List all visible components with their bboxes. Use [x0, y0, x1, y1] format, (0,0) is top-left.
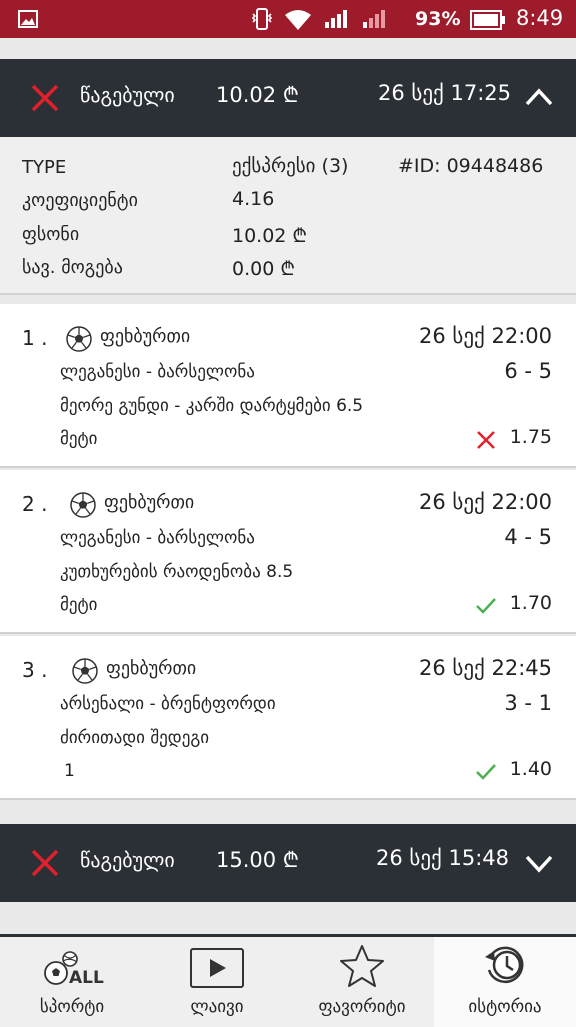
match-name: ლეგანესი - ბარსელონა — [60, 528, 255, 548]
event-time: 26 სექ 22:45 — [419, 656, 552, 680]
nav-label: სპორტი — [39, 997, 105, 1017]
vibrate-icon — [251, 8, 273, 30]
bet-date: 26 სექ 17:25 — [378, 81, 511, 105]
bet-status: წაგებული — [80, 848, 175, 872]
market-name: ძირითადი შედეგი — [60, 728, 210, 748]
stake-value: 10.02 ₾ — [232, 225, 308, 247]
lost-x-icon — [31, 849, 59, 877]
event-row: 1 . ფეხბურთი 26 სექ 22:00 ლეგანესი - ბარ… — [0, 304, 576, 468]
nav-item-sports[interactable]: ALL სპორტი — [0, 937, 144, 1027]
bet-date: 26 სექ 15:48 — [376, 846, 509, 870]
pick-name: 1 — [64, 761, 75, 781]
football-icon — [66, 326, 92, 352]
pick-name: მეტი — [60, 595, 98, 615]
event-number: 1 . — [22, 326, 48, 350]
history-icon — [485, 946, 524, 984]
sport-label: ფეხბურთი — [104, 492, 195, 513]
bet-status: წაგებული — [80, 83, 175, 107]
match-score: 3 - 1 — [504, 691, 552, 715]
event-number: 2 . — [22, 492, 48, 516]
signal-icon — [325, 10, 347, 28]
bet-amount: 10.02 ₾ — [216, 83, 299, 107]
star-icon — [340, 945, 384, 987]
battery-percent: 93% — [415, 8, 461, 30]
winnings-value: 0.00 ₾ — [232, 258, 295, 280]
coef-value: 4.16 — [232, 188, 275, 210]
coef-label: კოეფიციენტი — [22, 190, 138, 211]
match-name: ლეგანესი - ბარსელონა — [60, 362, 255, 382]
event-odd: 1.70 — [509, 592, 552, 614]
lost-x-icon — [31, 84, 59, 112]
svg-text:ALL: ALL — [69, 968, 104, 988]
event-time: 26 სექ 22:00 — [419, 490, 552, 514]
chevron-down-icon[interactable] — [524, 852, 554, 876]
nav-label: ისტორია — [468, 997, 542, 1017]
stake-label: ფსონი — [22, 224, 80, 245]
winnings-label: სავ. მოგება — [22, 257, 123, 278]
nav-label: ფავორიტი — [318, 997, 406, 1017]
bet-id: #ID: 09448486 — [398, 155, 544, 177]
event-row: 2 . ფეხბურთი 26 სექ 22:00 ლეგანესი - ბარ… — [0, 470, 576, 634]
match-name: არსენალი - ბრენტფორდი — [60, 694, 276, 714]
sport-label: ფეხბურთი — [100, 326, 191, 347]
nav-item-favorites[interactable]: ფავორიტი — [290, 937, 434, 1027]
nav-item-live[interactable]: ლაივი — [144, 937, 290, 1027]
clock: 8:49 — [516, 6, 564, 30]
event-row: 3 . ფეხბურთი 26 სექ 22:45 არსენალი - ბრე… — [0, 636, 576, 800]
play-icon — [190, 948, 244, 988]
status-bar: 93% 8:49 — [0, 0, 576, 38]
nav-item-history[interactable]: ისტორია — [434, 937, 576, 1027]
market-name: კუთხურების რაოდენობა 8.5 — [60, 562, 294, 582]
event-odd: 1.75 — [509, 426, 552, 448]
type-value: ექსპრესი (3) — [232, 155, 349, 177]
wifi-icon — [285, 10, 311, 30]
match-score: 6 - 5 — [504, 359, 552, 383]
nav-label: ლაივი — [190, 997, 244, 1017]
won-check-icon — [476, 764, 496, 780]
football-icon — [72, 658, 98, 684]
type-label: TYPE — [22, 157, 67, 178]
gallery-icon — [18, 10, 38, 28]
event-odd: 1.40 — [509, 758, 552, 780]
sport-label: ფეხბურთი — [106, 658, 197, 679]
event-number: 3 . — [22, 658, 48, 682]
bet-details: TYPE ექსპრესი (3) #ID: 09448486 კოეფიციე… — [0, 137, 576, 295]
event-time: 26 სექ 22:00 — [419, 324, 552, 348]
battery-icon — [470, 10, 505, 30]
sports-all-icon: ALL — [44, 951, 104, 988]
won-check-icon — [476, 598, 496, 614]
bet-amount: 15.00 ₾ — [216, 848, 299, 872]
football-icon — [70, 492, 96, 518]
signal-icon-secondary — [363, 10, 385, 28]
chevron-up-icon[interactable] — [524, 85, 554, 109]
bet-header[interactable]: წაგებული 10.02 ₾ 26 სექ 17:25 — [0, 59, 576, 137]
pick-name: მეტი — [60, 429, 98, 449]
lost-x-icon — [477, 431, 495, 449]
match-score: 4 - 5 — [504, 525, 552, 549]
market-name: მეორე გუნდი - კარში დარტყმები 6.5 — [60, 396, 364, 416]
bottom-nav: ALL სპორტი ლაივი ფავორიტი ისტორია — [0, 934, 576, 1027]
bet-header[interactable]: წაგებული 15.00 ₾ 26 სექ 15:48 — [0, 824, 576, 902]
